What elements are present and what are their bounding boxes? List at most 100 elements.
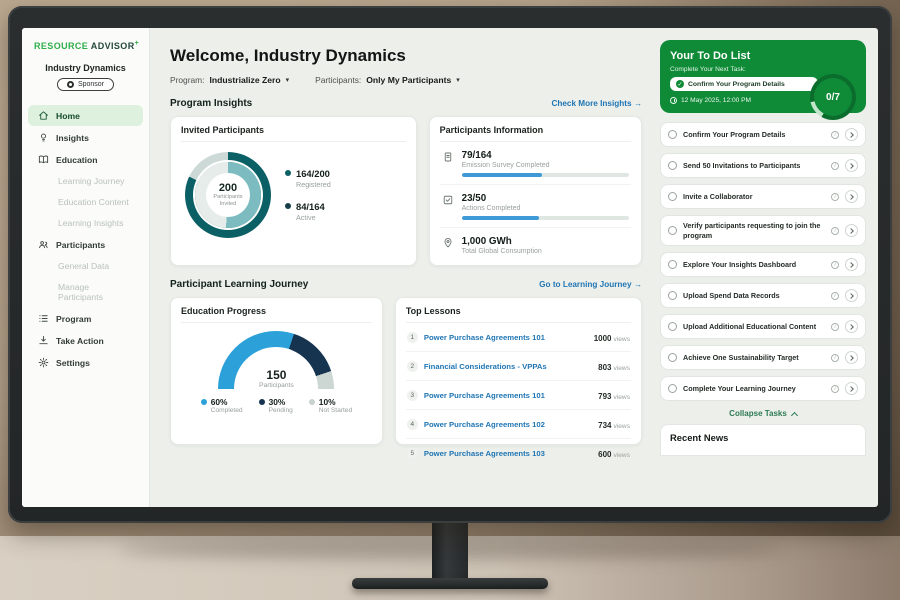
top-lessons-card: Top Lessons 1 Power Purchase Agreements … <box>395 297 642 445</box>
donut-legend: 164/200 Registered 84/164 Active <box>285 168 331 222</box>
todo-subtitle: Complete Your Next Task: <box>670 66 856 73</box>
recent-news-card: Recent News <box>660 424 866 456</box>
lesson-link[interactable]: Power Purchase Agreements 102 <box>424 420 592 429</box>
section-title: Participant Learning Journey <box>170 279 308 290</box>
chevron-right-icon[interactable] <box>845 382 858 395</box>
todo-title: Your To Do List <box>670 50 856 62</box>
chevron-right-icon[interactable] <box>845 289 858 302</box>
lesson-link[interactable]: Power Purchase Agreements 101 <box>424 333 588 342</box>
task-checkbox[interactable] <box>668 192 677 201</box>
task-checkbox[interactable] <box>668 384 677 393</box>
card-title: Invited Participants <box>181 125 406 142</box>
sidebar-item-label: Participants <box>56 240 105 250</box>
sidebar-item-home[interactable]: Home <box>28 105 143 126</box>
sidebar-item-label: Learning Insights <box>58 218 123 228</box>
lesson-row[interactable]: 5 Power Purchase Agreements 103 600views <box>406 439 631 467</box>
filters-row: Program: Industrialize Zero ▾ Participan… <box>170 75 642 85</box>
sidebar-item-education-content[interactable]: Education Content <box>28 192 143 212</box>
task-item[interactable]: Invite a Collaborator i <box>660 184 866 209</box>
chevron-right-icon[interactable] <box>845 159 858 172</box>
sidebar-item-learning-journey[interactable]: Learning Journey <box>28 171 143 191</box>
sidebar-item-insights[interactable]: Insights <box>28 127 143 148</box>
sponsor-badge-icon <box>67 81 74 88</box>
info-icon: i <box>831 292 839 300</box>
sidebar-item-education[interactable]: Education <box>28 149 143 170</box>
brand-advisor: ADVISOR <box>91 41 135 51</box>
brand-plus: + <box>135 40 140 47</box>
sidebar-item-general-data[interactable]: General Data <box>28 256 143 276</box>
task-item[interactable]: Send 50 Invitations to Participants i <box>660 153 866 178</box>
lesson-link[interactable]: Power Purchase Agreements 101 <box>424 391 592 400</box>
task-checkbox[interactable] <box>668 353 677 362</box>
chevron-right-icon[interactable] <box>845 258 858 271</box>
sponsor-badge[interactable]: Sponsor <box>57 78 114 91</box>
sidebar-item-label: Take Action <box>56 336 104 346</box>
info-icon: i <box>831 227 839 235</box>
sidebar-item-participants[interactable]: Participants <box>28 234 143 255</box>
legend-dot-registered <box>285 170 291 176</box>
lesson-row[interactable]: 3 Power Purchase Agreements 101 793views <box>406 381 631 410</box>
collapse-tasks-link[interactable]: Collapse Tasks <box>660 409 866 418</box>
education-progress-card: Education Progress 150 Participants <box>170 297 383 445</box>
lesson-link[interactable]: Power Purchase Agreements 103 <box>424 449 592 458</box>
task-item[interactable]: Complete Your Learning Journey i <box>660 376 866 401</box>
program-filter-label: Program: <box>170 75 204 85</box>
sidebar-item-manage-participants[interactable]: Manage Participants <box>28 277 143 307</box>
dashboard-screen: RESOURCE ADVISOR+ Industry Dynamics Spon… <box>22 28 878 507</box>
task-checkbox[interactable] <box>668 130 677 139</box>
check-more-insights-link[interactable]: Check More Insights → <box>551 99 642 108</box>
task-item[interactable]: Confirm Your Program Details i <box>660 122 866 147</box>
sidebar-item-label: Settings <box>56 358 90 368</box>
action-arrow-icon <box>38 335 49 346</box>
sidebar-item-label: Learning Journey <box>58 176 124 186</box>
account-block: Industry Dynamics Sponsor <box>22 63 149 93</box>
sidebar-item-settings[interactable]: Settings <box>28 352 143 373</box>
program-insights-header: Program Insights Check More Insights → <box>170 98 642 109</box>
home-icon <box>38 110 49 121</box>
task-item[interactable]: Verify participants requesting to join t… <box>660 215 866 246</box>
sidebar-item-label: General Data <box>58 261 109 271</box>
task-item[interactable]: Achieve One Sustainability Target i <box>660 345 866 370</box>
invited-participants-donut: 200 Participants Invited <box>185 152 271 238</box>
sidebar-item-label: Home <box>56 111 80 121</box>
task-checkbox[interactable] <box>668 322 677 331</box>
task-checkbox[interactable] <box>668 161 677 170</box>
task-item[interactable]: Upload Spend Data Records i <box>660 283 866 308</box>
chevron-right-icon[interactable] <box>845 224 858 237</box>
actions-icon <box>442 194 454 206</box>
participants-filter-value: Only My Participants <box>366 75 451 85</box>
gear-icon <box>38 357 49 368</box>
task-item[interactable]: Upload Additional Educational Content i <box>660 314 866 339</box>
participants-filter[interactable]: Participants: Only My Participants ▾ <box>315 75 460 85</box>
task-checkbox[interactable] <box>668 226 677 235</box>
sidebar-item-label: Education <box>56 155 98 165</box>
lesson-row[interactable]: 1 Power Purchase Agreements 101 1000view… <box>406 323 631 352</box>
sponsor-badge-label: Sponsor <box>78 81 104 88</box>
chevron-right-icon[interactable] <box>845 190 858 203</box>
gauge-center: 150 Participants <box>218 368 334 389</box>
rank-badge: 5 <box>407 448 418 459</box>
chevron-right-icon[interactable] <box>845 351 858 364</box>
stat-row: 1,000 GWh Total Global Consumption <box>440 228 631 262</box>
lesson-link[interactable]: Financial Considerations - VPPAs <box>424 362 592 371</box>
recent-news-title: Recent News <box>670 432 856 443</box>
sidebar-item-learning-insights[interactable]: Learning Insights <box>28 213 143 233</box>
chevron-right-icon[interactable] <box>845 320 858 333</box>
sidebar-item-take-action[interactable]: Take Action <box>28 330 143 351</box>
participants-filter-label: Participants: <box>315 75 361 85</box>
monitor-stand-base <box>352 578 548 589</box>
go-to-learning-journey-link[interactable]: Go to Learning Journey → <box>539 280 642 289</box>
program-filter[interactable]: Program: Industrialize Zero ▾ <box>170 75 289 85</box>
sidebar-item-program[interactable]: Program <box>28 308 143 329</box>
next-task-pill[interactable]: ✓ Confirm Your Program Details <box>670 77 818 91</box>
lesson-row[interactable]: 4 Power Purchase Agreements 102 734views <box>406 410 631 439</box>
task-checkbox[interactable] <box>668 291 677 300</box>
task-checkbox[interactable] <box>668 260 677 269</box>
progress-bar <box>462 216 629 220</box>
lesson-row[interactable]: 2 Financial Considerations - VPPAs 803vi… <box>406 352 631 381</box>
chevron-right-icon[interactable] <box>845 128 858 141</box>
chevron-down-icon: ▾ <box>286 76 290 84</box>
task-item[interactable]: Explore Your Insights Dashboard i <box>660 252 866 277</box>
legend-dot-not-started <box>309 399 315 405</box>
arrow-right-icon: → <box>634 280 642 289</box>
